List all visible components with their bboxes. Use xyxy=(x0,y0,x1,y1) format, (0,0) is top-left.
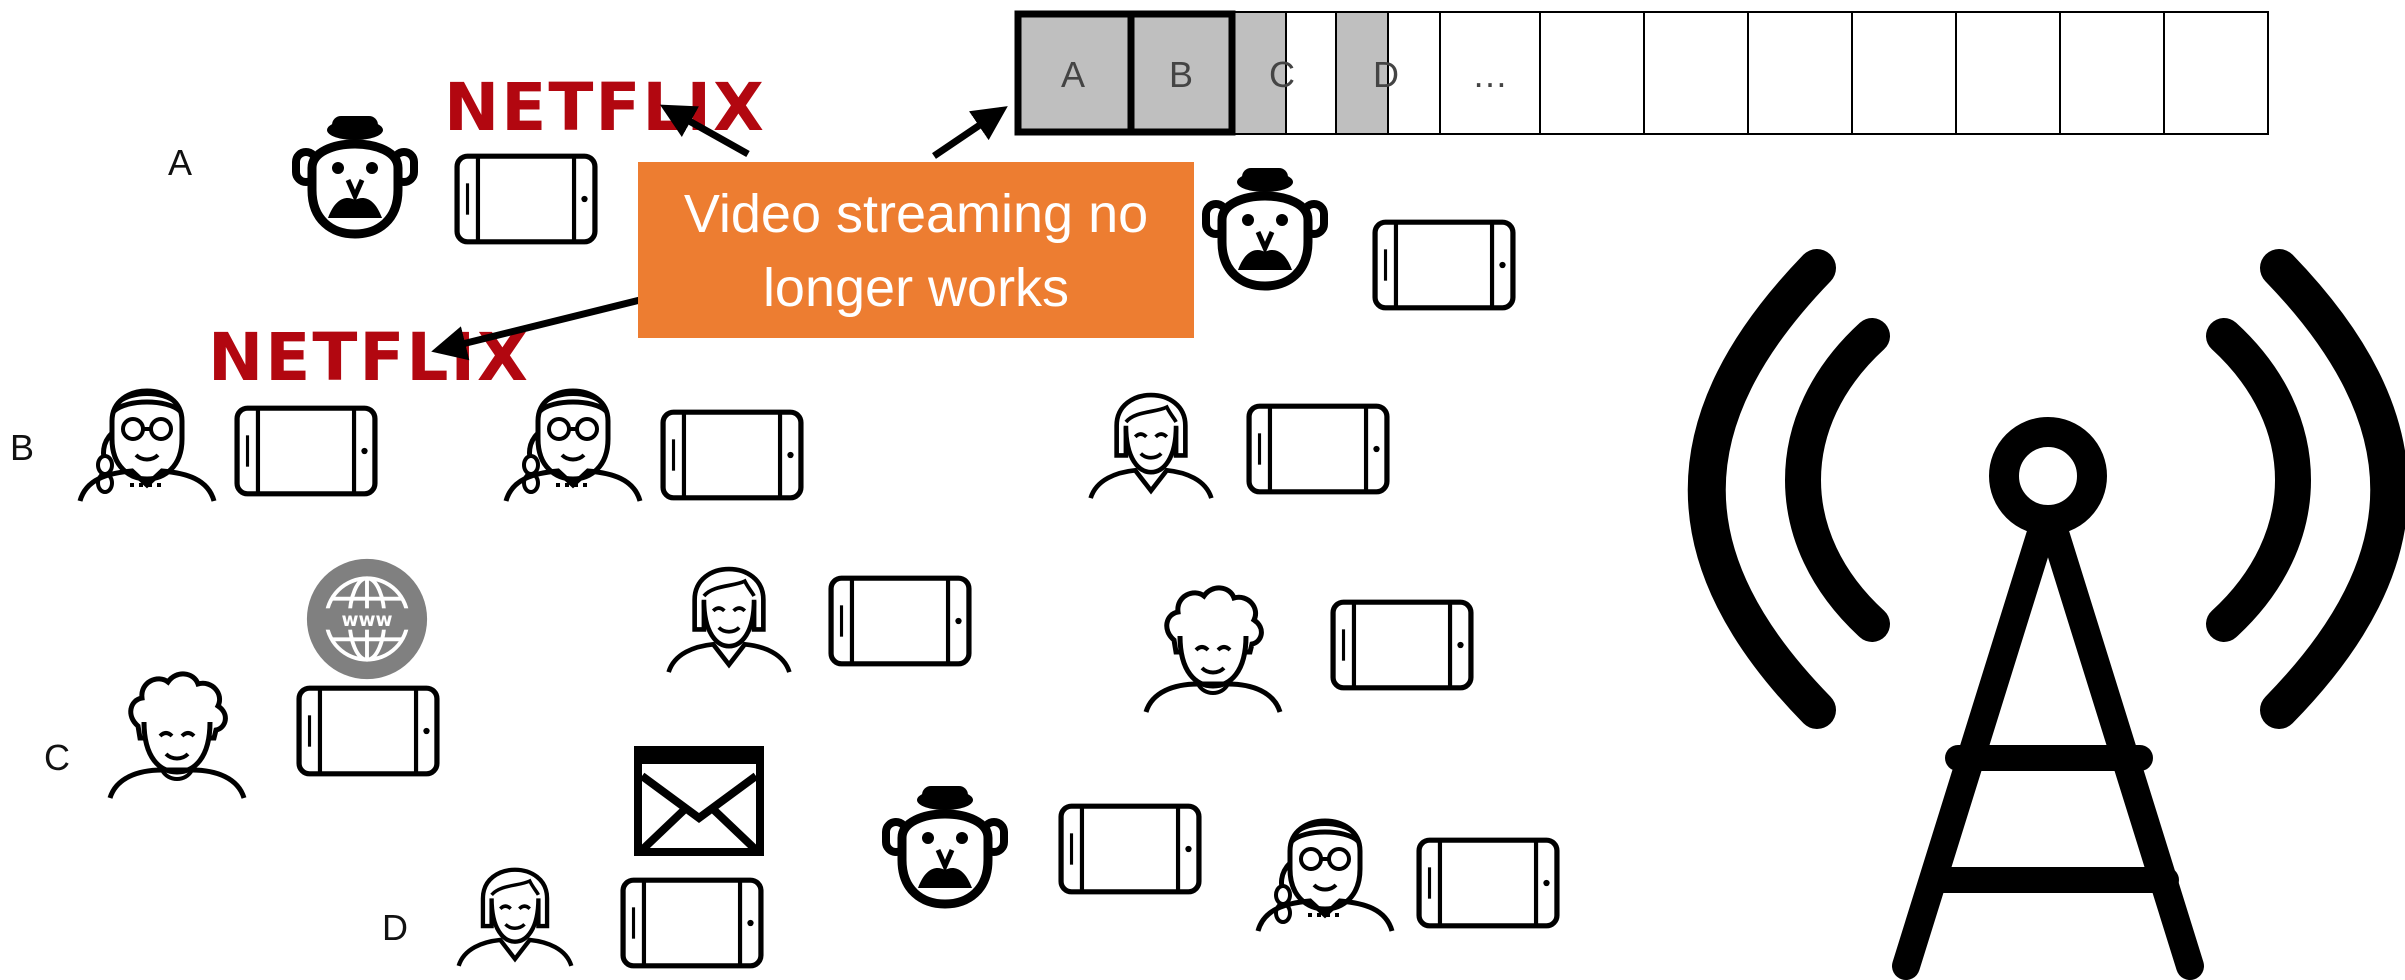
user-label-c: C xyxy=(44,737,70,778)
person-bowler-mustache-icon xyxy=(886,786,1004,904)
smartphone-icon xyxy=(1249,406,1387,492)
queue-cell-label: B xyxy=(1169,54,1193,95)
smartphone-icon xyxy=(1061,806,1199,892)
smartphone-icon xyxy=(457,156,595,242)
globe-www-icon xyxy=(304,556,430,682)
queue-cell xyxy=(1955,11,2061,135)
queue-cell-label: C xyxy=(1269,54,1295,95)
smartphone-icon xyxy=(299,688,437,774)
person-woman-bangs-icon xyxy=(1091,395,1212,498)
person-bowler-mustache-icon xyxy=(1206,168,1324,286)
user-label-d: D xyxy=(382,907,408,948)
cell-tower-icon xyxy=(1687,249,2405,980)
queue-cell xyxy=(2059,11,2165,135)
person-woman-glasses-braid-icon xyxy=(80,391,214,501)
queue-cell-label: D xyxy=(1373,54,1399,95)
callout-box: Video streaming no longer works xyxy=(638,162,1194,338)
netflix-logo-b: NETFLIX xyxy=(208,319,530,396)
smartphone-icon xyxy=(1333,602,1471,688)
person-woman-bangs-icon xyxy=(669,569,790,672)
queue-cell xyxy=(1851,11,1957,135)
smartphone-icon xyxy=(831,578,969,664)
queue-cell xyxy=(1747,11,1853,135)
smartphone-icon xyxy=(623,880,761,966)
person-bowler-mustache-icon xyxy=(296,116,414,234)
user-label-b: B xyxy=(10,427,34,468)
callout-line-2: longer works xyxy=(763,258,1069,318)
queue-cell-label: A xyxy=(1061,54,1085,95)
user-label-a: A xyxy=(168,142,192,183)
network-congestion-diagram: www A B C D … A B C D NETFLIX NETFLIX xyxy=(10,10,2405,980)
queue-cell xyxy=(1539,11,1645,135)
smartphone-icon xyxy=(1375,222,1513,308)
queue-cell-label: … xyxy=(1472,54,1508,95)
arrow-to-queue xyxy=(932,106,1008,159)
person-curly-hair-icon xyxy=(1146,588,1280,712)
person-woman-glasses-braid-icon xyxy=(506,391,640,501)
callout-line-1: Video streaming no xyxy=(684,184,1148,244)
person-woman-glasses-braid-icon xyxy=(1258,821,1392,931)
queue-buffer: A B C D … xyxy=(1014,10,2269,136)
person-woman-bangs-icon xyxy=(459,870,572,966)
smartphone-icon xyxy=(1419,840,1557,926)
queue-cell xyxy=(2163,11,2269,135)
smartphone-icon xyxy=(237,408,375,494)
smartphone-icon xyxy=(663,412,801,498)
envelope-icon xyxy=(638,750,760,852)
person-curly-hair-icon xyxy=(110,674,244,798)
queue-cell xyxy=(1643,11,1749,135)
